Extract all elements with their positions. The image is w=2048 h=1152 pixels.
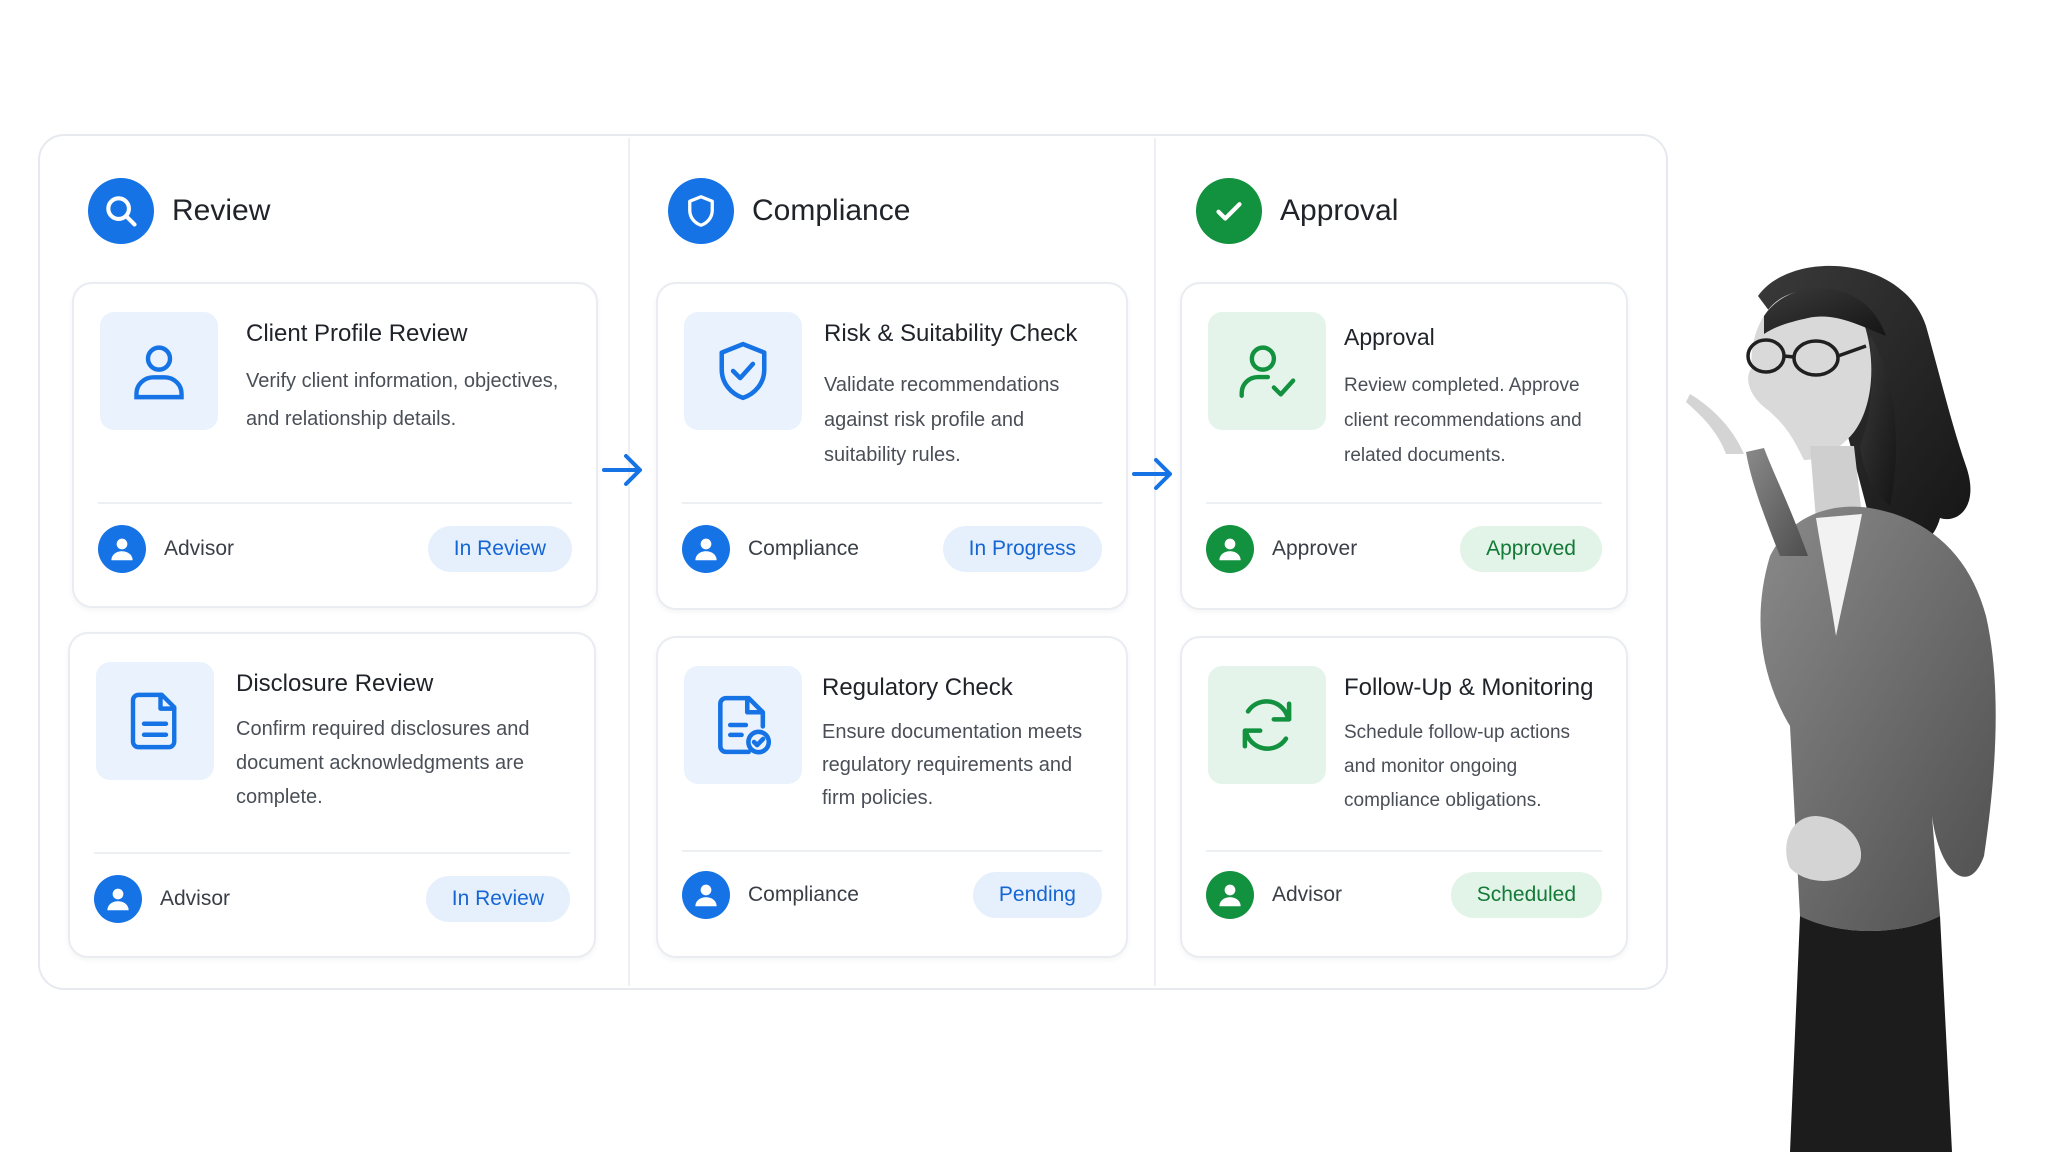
card-title: Disclosure Review: [236, 670, 434, 697]
card-footer: Advisor In Review: [98, 524, 572, 574]
arrow-right-icon: [602, 454, 642, 486]
stage-header-compliance: Compliance: [668, 178, 910, 244]
status-badge: Scheduled: [1450, 872, 1602, 918]
task-card-disclosure-review[interactable]: Disclosure Review Confirm required discl…: [68, 632, 596, 958]
card-title: Regulatory Check: [822, 674, 1013, 701]
card-description: Confirm required disclosures and documen…: [236, 718, 530, 808]
document-check-icon: [684, 666, 802, 784]
stage-header-approval: Approval: [1196, 178, 1398, 244]
card-title: Approval: [1344, 324, 1435, 350]
task-card-approval[interactable]: Approval Review completed. Approve clien…: [1180, 282, 1628, 610]
search-icon: [88, 178, 154, 244]
task-card-follow-up-monitoring[interactable]: Follow-Up & Monitoring Schedule follow-u…: [1180, 636, 1628, 958]
avatar-icon: [98, 525, 146, 573]
task-card-risk-suitability-check[interactable]: Risk & Suitability Check Validate recomm…: [656, 282, 1128, 610]
user-check-icon: [1208, 312, 1326, 430]
task-card-regulatory-check[interactable]: Regulatory Check Ensure documentation me…: [656, 636, 1128, 958]
stage-title: Approval: [1280, 194, 1399, 227]
status-badge: Pending: [972, 872, 1102, 918]
arrow-right-icon: [1132, 458, 1172, 490]
card-title: Client Profile Review: [246, 320, 468, 347]
card-footer: Compliance In Progress: [682, 524, 1102, 574]
avatar-icon: [94, 875, 142, 923]
assignee-role: Advisor: [164, 537, 235, 560]
card-divider: [682, 502, 1102, 504]
card-description: Validate recommendations against risk pr…: [824, 374, 1060, 466]
shield-icon: [668, 178, 734, 244]
card-divider: [682, 850, 1102, 852]
card-footer: Advisor In Review: [94, 874, 570, 924]
avatar-icon: [1206, 525, 1254, 573]
task-card-client-profile-review[interactable]: Client Profile Review Verify client info…: [72, 282, 598, 608]
status-badge: In Review: [425, 876, 570, 922]
avatar-icon: [1206, 871, 1254, 919]
assignee-role: Advisor: [160, 887, 231, 910]
card-footer: Advisor Scheduled: [1206, 870, 1602, 920]
card-title: Risk & Suitability Check: [824, 320, 1078, 347]
check-icon: [1196, 178, 1262, 244]
status-badge: In Review: [427, 526, 572, 572]
user-icon: [100, 312, 218, 430]
assignee-role: Compliance: [748, 537, 859, 560]
refresh-icon: [1208, 666, 1326, 784]
card-description: Schedule follow-up actions and monitor o…: [1344, 722, 1571, 811]
document-icon: [96, 662, 214, 780]
stage-title: Review: [172, 194, 271, 227]
status-badge: In Progress: [942, 526, 1102, 572]
card-description: Verify client information, objectives, a…: [246, 370, 559, 430]
assignee-role: Approver: [1272, 537, 1358, 560]
card-footer: Approver Approved: [1206, 524, 1602, 574]
assignee-role: Advisor: [1272, 883, 1343, 906]
stage-title: Compliance: [752, 194, 911, 227]
presenter-photo: [1686, 265, 1996, 1152]
card-description: Review completed. Approve client recomme…: [1344, 375, 1582, 466]
avatar-icon: [682, 525, 730, 573]
workflow-board: Review Client Profile Review Verify clie…: [38, 134, 1668, 990]
shield-check-icon: [684, 312, 802, 430]
column-divider: [1154, 138, 1156, 986]
card-divider: [1206, 502, 1602, 504]
column-divider: [628, 138, 630, 986]
card-divider: [98, 502, 572, 504]
card-title: Follow-Up & Monitoring: [1344, 674, 1594, 701]
assignee-role: Compliance: [748, 883, 859, 906]
card-description: Ensure documentation meets regulatory re…: [822, 721, 1083, 809]
card-footer: Compliance Pending: [682, 870, 1102, 920]
status-badge: Approved: [1460, 526, 1602, 572]
avatar-icon: [682, 871, 730, 919]
stage-header-review: Review: [88, 178, 270, 244]
card-divider: [94, 852, 570, 854]
card-divider: [1206, 850, 1602, 852]
